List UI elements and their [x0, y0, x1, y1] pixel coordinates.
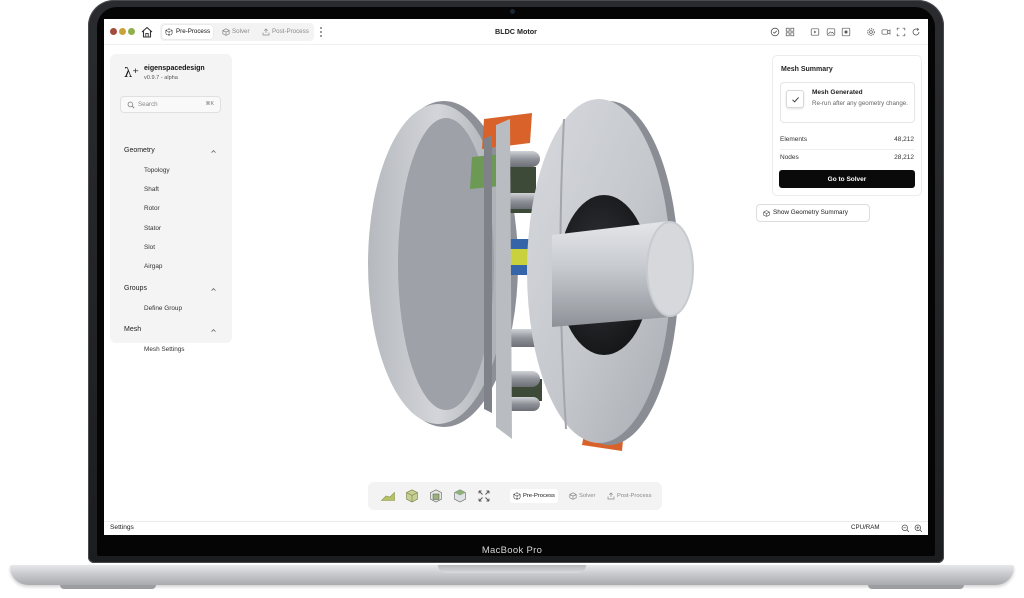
mesh-status-body: Re-run after any geometry change.	[812, 100, 908, 107]
bottom-tab-post-process-label: Post-Process	[617, 493, 652, 499]
stator-back-disc	[368, 101, 518, 427]
tab-post-process[interactable]: Post-Process	[260, 25, 309, 39]
tab-pre-process-label: Pre-Process	[176, 28, 211, 35]
chevron-up-icon[interactable]	[210, 327, 217, 334]
sidebar-item-airgap[interactable]: Airgap	[144, 263, 162, 270]
device-label: MacBook Pro	[481, 545, 543, 556]
tab-pre-process[interactable]: Pre-Process	[162, 25, 214, 39]
home-icon[interactable]	[140, 25, 154, 39]
cube-icon	[165, 28, 173, 36]
laptop-foot-right	[868, 585, 964, 589]
app-logo: λ⁺	[124, 66, 140, 81]
show-geometry-summary-button[interactable]: Show Geometry Summary	[756, 204, 870, 222]
search-box[interactable]: ⌘K	[120, 96, 221, 113]
check-icon	[792, 97, 799, 103]
mesh-status: Mesh Generated Re-run after any geometry…	[780, 82, 915, 123]
stop-icon[interactable]	[841, 27, 851, 37]
section-groups[interactable]: Groups	[124, 285, 147, 292]
laptop-notch	[438, 565, 586, 573]
export-icon	[262, 28, 270, 36]
sidebar-item-shaft[interactable]: Shaft	[144, 186, 159, 193]
title-bar: Pre-Process Solver Post-Process BLDC Mot…	[104, 19, 928, 45]
mesh-status-title: Mesh Generated	[812, 89, 863, 96]
image-icon[interactable]	[826, 27, 836, 37]
tab-post-process-label: Post-Process	[272, 28, 309, 35]
cpu-ram-indicator[interactable]: CPU/RAM	[851, 524, 880, 531]
metric-elements-label: Elements	[780, 136, 808, 143]
sidebar: λ⁺ eigenspacedesign v0.9.7 - alpha ⌘K Ge…	[110, 54, 232, 353]
sidebar-item-topology[interactable]: Topology	[144, 167, 170, 174]
play-icon[interactable]	[810, 27, 820, 37]
check-circle-icon[interactable]	[770, 27, 780, 37]
workflow-tabs: Pre-Process Solver Post-Process	[160, 23, 314, 41]
sidebar-item-define-group[interactable]: Define Group	[144, 305, 182, 312]
metric-nodes-value: 28,212	[894, 154, 914, 161]
model-viewport[interactable]	[324, 79, 704, 454]
app-screen: Pre-Process Solver Post-Process BLDC Mot…	[104, 19, 928, 535]
card-title: Mesh Summary	[781, 66, 833, 73]
chevron-up-icon[interactable]	[210, 148, 217, 155]
view-iso-icon[interactable]	[452, 488, 468, 504]
view-box-icon[interactable]	[428, 488, 444, 504]
webcam	[510, 9, 515, 14]
bottom-tab-pre-process-label: Pre-Process	[523, 493, 555, 499]
bottom-tab-solver-label: Solver	[579, 493, 596, 499]
grid-icon[interactable]	[785, 27, 795, 37]
zoom-in-icon[interactable]	[914, 524, 923, 533]
more-options-icon[interactable]	[319, 26, 323, 38]
sidebar-item-stator[interactable]: Stator	[144, 225, 161, 232]
tab-solver-label: Solver	[232, 28, 250, 35]
window-minimize-button[interactable]	[119, 28, 126, 35]
sidebar-item-mesh-settings[interactable]: Mesh Settings	[144, 346, 185, 353]
refresh-icon[interactable]	[911, 27, 921, 37]
fit-view-icon[interactable]	[476, 488, 492, 504]
bottom-tab-post-process[interactable]: Post-Process	[606, 489, 651, 503]
mesh-summary-card: Mesh Summary Mesh Generated Re-run after…	[772, 55, 922, 196]
sidebar-item-rotor[interactable]: Rotor	[144, 205, 160, 212]
cube-icon	[763, 210, 770, 217]
laptop-foot-left	[60, 585, 156, 589]
bottom-tab-pre-process[interactable]: Pre-Process	[510, 489, 558, 503]
chevron-up-icon[interactable]	[210, 286, 217, 293]
mesh-generated-checkbox[interactable]	[786, 90, 804, 108]
search-icon	[127, 101, 135, 109]
solver-cube-icon	[569, 492, 577, 500]
section-geometry[interactable]: Geometry	[124, 147, 155, 154]
cube-icon	[513, 492, 521, 500]
app-name: eigenspacedesign	[144, 65, 205, 72]
zoom-out-icon[interactable]	[901, 524, 910, 533]
go-to-solver-button[interactable]: Go to Solver	[779, 170, 915, 188]
divider	[780, 149, 915, 150]
bottom-toolbar: Pre-Process Solver Post-Process	[368, 482, 662, 510]
app-version: v0.9.7 - alpha	[144, 75, 178, 81]
camera-icon[interactable]	[881, 27, 891, 37]
sidebar-item-slot[interactable]: Slot	[144, 244, 155, 251]
settings-link[interactable]: Settings	[110, 524, 134, 531]
solver-cube-icon	[222, 28, 230, 36]
view-front-icon[interactable]	[404, 488, 420, 504]
bottom-tab-solver[interactable]: Solver	[568, 489, 595, 503]
metric-elements-value: 48,212	[894, 136, 914, 143]
gear-icon[interactable]	[866, 27, 876, 37]
show-geometry-summary-label: Show Geometry Summary	[773, 209, 848, 216]
export-icon	[607, 492, 615, 500]
search-input[interactable]	[138, 99, 198, 110]
window-zoom-button[interactable]	[128, 28, 135, 35]
metric-nodes-label: Nodes	[780, 154, 799, 161]
section-mesh[interactable]: Mesh	[124, 326, 141, 333]
window-close-button[interactable]	[110, 28, 117, 35]
tab-solver[interactable]: Solver	[220, 25, 250, 39]
view-solid-icon[interactable]	[380, 488, 396, 504]
search-shortcut: ⌘K	[205, 101, 214, 107]
status-bar: Settings CPU/RAM	[104, 521, 928, 535]
fullscreen-icon[interactable]	[896, 27, 906, 37]
